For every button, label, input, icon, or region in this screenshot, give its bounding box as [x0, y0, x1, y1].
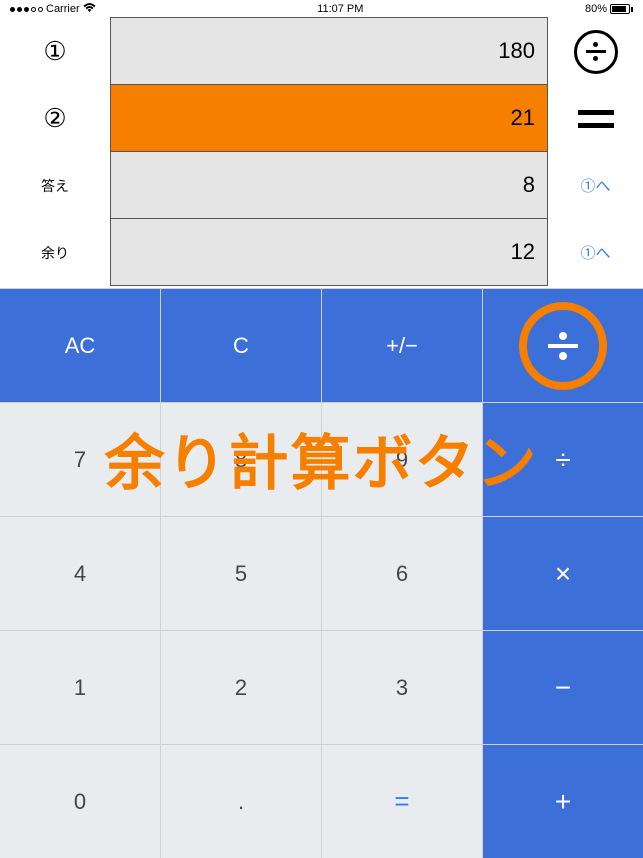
carrier-label: Carrier	[46, 3, 80, 15]
copy-answer-to-1-button[interactable]: ①へ	[548, 152, 643, 219]
equals-keypad-button[interactable]: =	[322, 744, 483, 858]
digit-1-button[interactable]: 1	[0, 630, 161, 744]
battery-icon	[610, 4, 633, 14]
divide-mod-button[interactable]	[548, 18, 643, 85]
divide-mod-keypad-button[interactable]	[483, 288, 643, 402]
operand-1-value[interactable]: 180	[110, 17, 548, 85]
operand-2-value[interactable]: 21	[110, 84, 548, 152]
divide-button[interactable]: ÷	[483, 402, 643, 516]
keypad: AC C +/− 7 8 9 ÷ 4 5 6 × 1 2 3 − 0 . = +	[0, 288, 643, 858]
answer-value: 8	[110, 151, 548, 219]
multiply-button[interactable]: ×	[483, 516, 643, 630]
status-bar: Carrier 11:07 PM 80%	[0, 0, 643, 18]
remainder-value: 12	[110, 218, 548, 286]
signal-icon	[10, 7, 43, 12]
answer-label: 答え	[0, 152, 110, 219]
digit-5-button[interactable]: 5	[161, 516, 322, 630]
status-time: 11:07 PM	[317, 3, 363, 15]
digit-2-button[interactable]: 2	[161, 630, 322, 744]
copy-remainder-to-1-button[interactable]: ①へ	[548, 219, 643, 286]
equals-icon	[578, 110, 614, 128]
wifi-icon	[83, 2, 96, 16]
battery-percent: 80%	[585, 3, 607, 15]
equals-button[interactable]	[548, 85, 643, 152]
operand-1-label: ①	[0, 18, 110, 85]
digit-4-button[interactable]: 4	[0, 516, 161, 630]
digit-6-button[interactable]: 6	[322, 516, 483, 630]
digit-8-button[interactable]: 8	[161, 402, 322, 516]
add-button[interactable]: +	[483, 744, 643, 858]
digit-7-button[interactable]: 7	[0, 402, 161, 516]
decimal-button[interactable]: .	[161, 744, 322, 858]
all-clear-button[interactable]: AC	[0, 288, 161, 402]
digit-0-button[interactable]: 0	[0, 744, 161, 858]
display-area: ① 180 ② 21 答え 8 ①へ 余り 12 ①へ	[0, 18, 643, 288]
operand-2-label: ②	[0, 85, 110, 152]
digit-3-button[interactable]: 3	[322, 630, 483, 744]
digit-9-button[interactable]: 9	[322, 402, 483, 516]
remainder-label: 余り	[0, 219, 110, 286]
divide-circle-icon	[574, 30, 618, 74]
clear-button[interactable]: C	[161, 288, 322, 402]
divide-circle-icon	[535, 318, 591, 374]
plus-minus-button[interactable]: +/−	[322, 288, 483, 402]
subtract-button[interactable]: −	[483, 630, 643, 744]
